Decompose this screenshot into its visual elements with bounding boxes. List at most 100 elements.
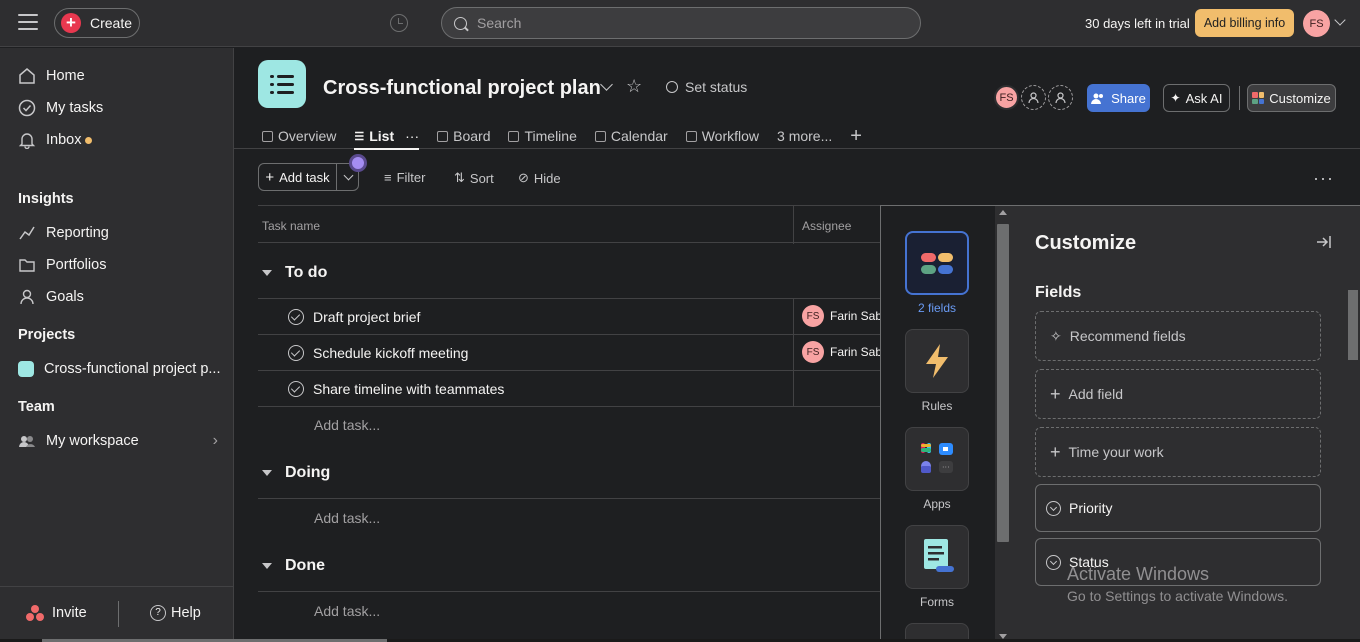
tab-workflow[interactable]: Workflow: [685, 123, 759, 149]
empty-member-icon[interactable]: [1048, 85, 1073, 110]
sidebar-item-label: Portfolios: [46, 257, 107, 273]
sidebar-item-goals[interactable]: Goals: [18, 285, 84, 309]
customize-button[interactable]: Customize: [1247, 84, 1336, 112]
sidebar-item-inbox[interactable]: Inbox: [18, 128, 93, 152]
chevron-right-icon: ›: [212, 432, 218, 449]
tab-overview[interactable]: Overview: [262, 123, 336, 149]
invite-button[interactable]: Invite: [26, 605, 87, 621]
apps-tile[interactable]: ···: [905, 427, 969, 491]
column-divider[interactable]: [793, 206, 794, 244]
avatar: FS: [802, 305, 824, 327]
help-button[interactable]: ? Help: [150, 605, 201, 621]
add-billing-button[interactable]: Add billing info: [1195, 9, 1294, 37]
more-options-icon[interactable]: ···: [1313, 168, 1334, 189]
set-status-button[interactable]: Set status: [666, 79, 747, 95]
sidebar-item-my-tasks[interactable]: My tasks: [18, 96, 103, 120]
divider: [118, 601, 119, 627]
add-task-link[interactable]: Add task...: [314, 603, 380, 619]
sidebar-item-reporting[interactable]: Reporting: [18, 221, 109, 245]
add-task-button[interactable]: + Add task: [258, 163, 359, 191]
complete-check-icon[interactable]: [288, 381, 304, 397]
close-panel-icon[interactable]: [1315, 234, 1333, 250]
column-header-assignee[interactable]: Assignee: [802, 219, 851, 233]
task-assignee[interactable]: FS Farin Sab: [802, 341, 880, 363]
hide-button[interactable]: ⊘ Hide: [518, 170, 561, 186]
add-tab-icon[interactable]: +: [850, 123, 862, 149]
projects-title[interactable]: Projects: [18, 327, 75, 343]
chevron-down-circle-icon[interactable]: [1046, 500, 1061, 516]
tab-list[interactable]: ☰ List ···: [354, 123, 419, 150]
sidebar-item-workspace[interactable]: My workspace ›: [18, 429, 218, 453]
more-icon[interactable]: ···: [405, 128, 419, 144]
fields-tile[interactable]: [905, 231, 969, 295]
tab-more[interactable]: 3 more...: [777, 123, 832, 149]
assignee-name: Farin Sab: [830, 309, 880, 323]
task-assignee[interactable]: FS Farin Sab: [802, 305, 880, 327]
priority-field[interactable]: Priority: [1035, 484, 1321, 532]
recommend-fields-button[interactable]: ✧ Recommend fields: [1035, 311, 1321, 361]
help-icon: ?: [150, 605, 166, 621]
list-icon: ☰: [354, 130, 365, 143]
forms-tile[interactable]: [905, 525, 969, 589]
rail-scrollbar[interactable]: [995, 206, 1011, 642]
empty-member-icon[interactable]: [1021, 85, 1046, 110]
project-members[interactable]: FS: [994, 85, 1073, 110]
tab-timeline[interactable]: Timeline: [508, 123, 577, 149]
team-title[interactable]: Team: [18, 399, 55, 415]
ask-ai-button[interactable]: ✦ Ask AI: [1163, 84, 1230, 112]
avatar[interactable]: FS: [994, 85, 1019, 110]
complete-check-icon[interactable]: [288, 309, 304, 325]
scrollbar-thumb[interactable]: [1348, 290, 1358, 360]
scrollbar-thumb[interactable]: [997, 224, 1009, 542]
add-task-link[interactable]: Add task...: [314, 510, 380, 526]
chevron-down-icon[interactable]: [1334, 14, 1346, 26]
insights-title[interactable]: Insights: [18, 191, 74, 207]
rules-tile[interactable]: [905, 329, 969, 393]
caret-down-icon[interactable]: [262, 470, 272, 476]
caret-down-icon[interactable]: [262, 270, 272, 276]
search-input[interactable]: Search: [441, 7, 921, 39]
section-header[interactable]: Doing: [262, 464, 330, 482]
add-field-button[interactable]: + Add field: [1035, 369, 1321, 419]
add-task-main[interactable]: + Add task: [259, 164, 337, 190]
sidebar-item-portfolios[interactable]: Portfolios: [18, 253, 106, 277]
ask-ai-label: Ask AI: [1185, 90, 1223, 106]
history-icon[interactable]: [390, 14, 408, 32]
create-button[interactable]: + Create: [54, 8, 140, 38]
section-header[interactable]: To do: [262, 264, 327, 282]
add-task-link[interactable]: Add task...: [314, 417, 380, 433]
column-header-task[interactable]: Task name: [262, 219, 320, 233]
tab-calendar[interactable]: Calendar: [594, 123, 668, 149]
section-header[interactable]: Done: [262, 557, 325, 575]
timeline-icon: [508, 130, 520, 142]
task-name[interactable]: Schedule kickoff meeting: [313, 345, 468, 361]
table-row[interactable]: Schedule kickoff meeting FS Farin Sab: [258, 335, 880, 371]
sort-button[interactable]: ⇅ Sort: [454, 170, 494, 186]
rail-label[interactable]: Rules: [881, 399, 993, 413]
task-name[interactable]: Share timeline with teammates: [313, 381, 504, 397]
time-work-button[interactable]: + Time your work: [1035, 427, 1321, 477]
user-avatar[interactable]: FS: [1303, 10, 1330, 37]
rail-label[interactable]: 2 fields: [881, 301, 993, 315]
caret-down-icon[interactable]: [262, 563, 272, 569]
rail-label[interactable]: Apps: [881, 497, 993, 511]
chevron-down-icon[interactable]: [600, 78, 613, 91]
table-row[interactable]: Share timeline with teammates: [258, 371, 880, 407]
chevron-down-circle-icon[interactable]: [1046, 554, 1061, 570]
complete-check-icon[interactable]: [288, 345, 304, 361]
tab-board[interactable]: Board: [437, 123, 490, 149]
table-header: Task name Assignee: [258, 205, 880, 244]
sidebar-item-home[interactable]: Home: [18, 64, 85, 88]
add-task-label: Add task: [279, 169, 330, 185]
task-name[interactable]: Draft project brief: [313, 309, 420, 325]
table-row[interactable]: Draft project brief FS Farin Sab: [258, 299, 880, 335]
share-button[interactable]: Share: [1087, 84, 1150, 112]
rail-label[interactable]: Forms: [881, 595, 993, 609]
star-icon[interactable]: ☆: [626, 76, 642, 97]
scroll-up-icon[interactable]: [999, 210, 1007, 215]
menu-icon[interactable]: [18, 14, 38, 32]
fields-icon: [921, 253, 953, 274]
sidebar-item-project[interactable]: Cross-functional project p...: [18, 357, 221, 381]
filter-button[interactable]: ≡ Filter: [384, 170, 425, 185]
content-scrollbar[interactable]: [1345, 276, 1360, 642]
